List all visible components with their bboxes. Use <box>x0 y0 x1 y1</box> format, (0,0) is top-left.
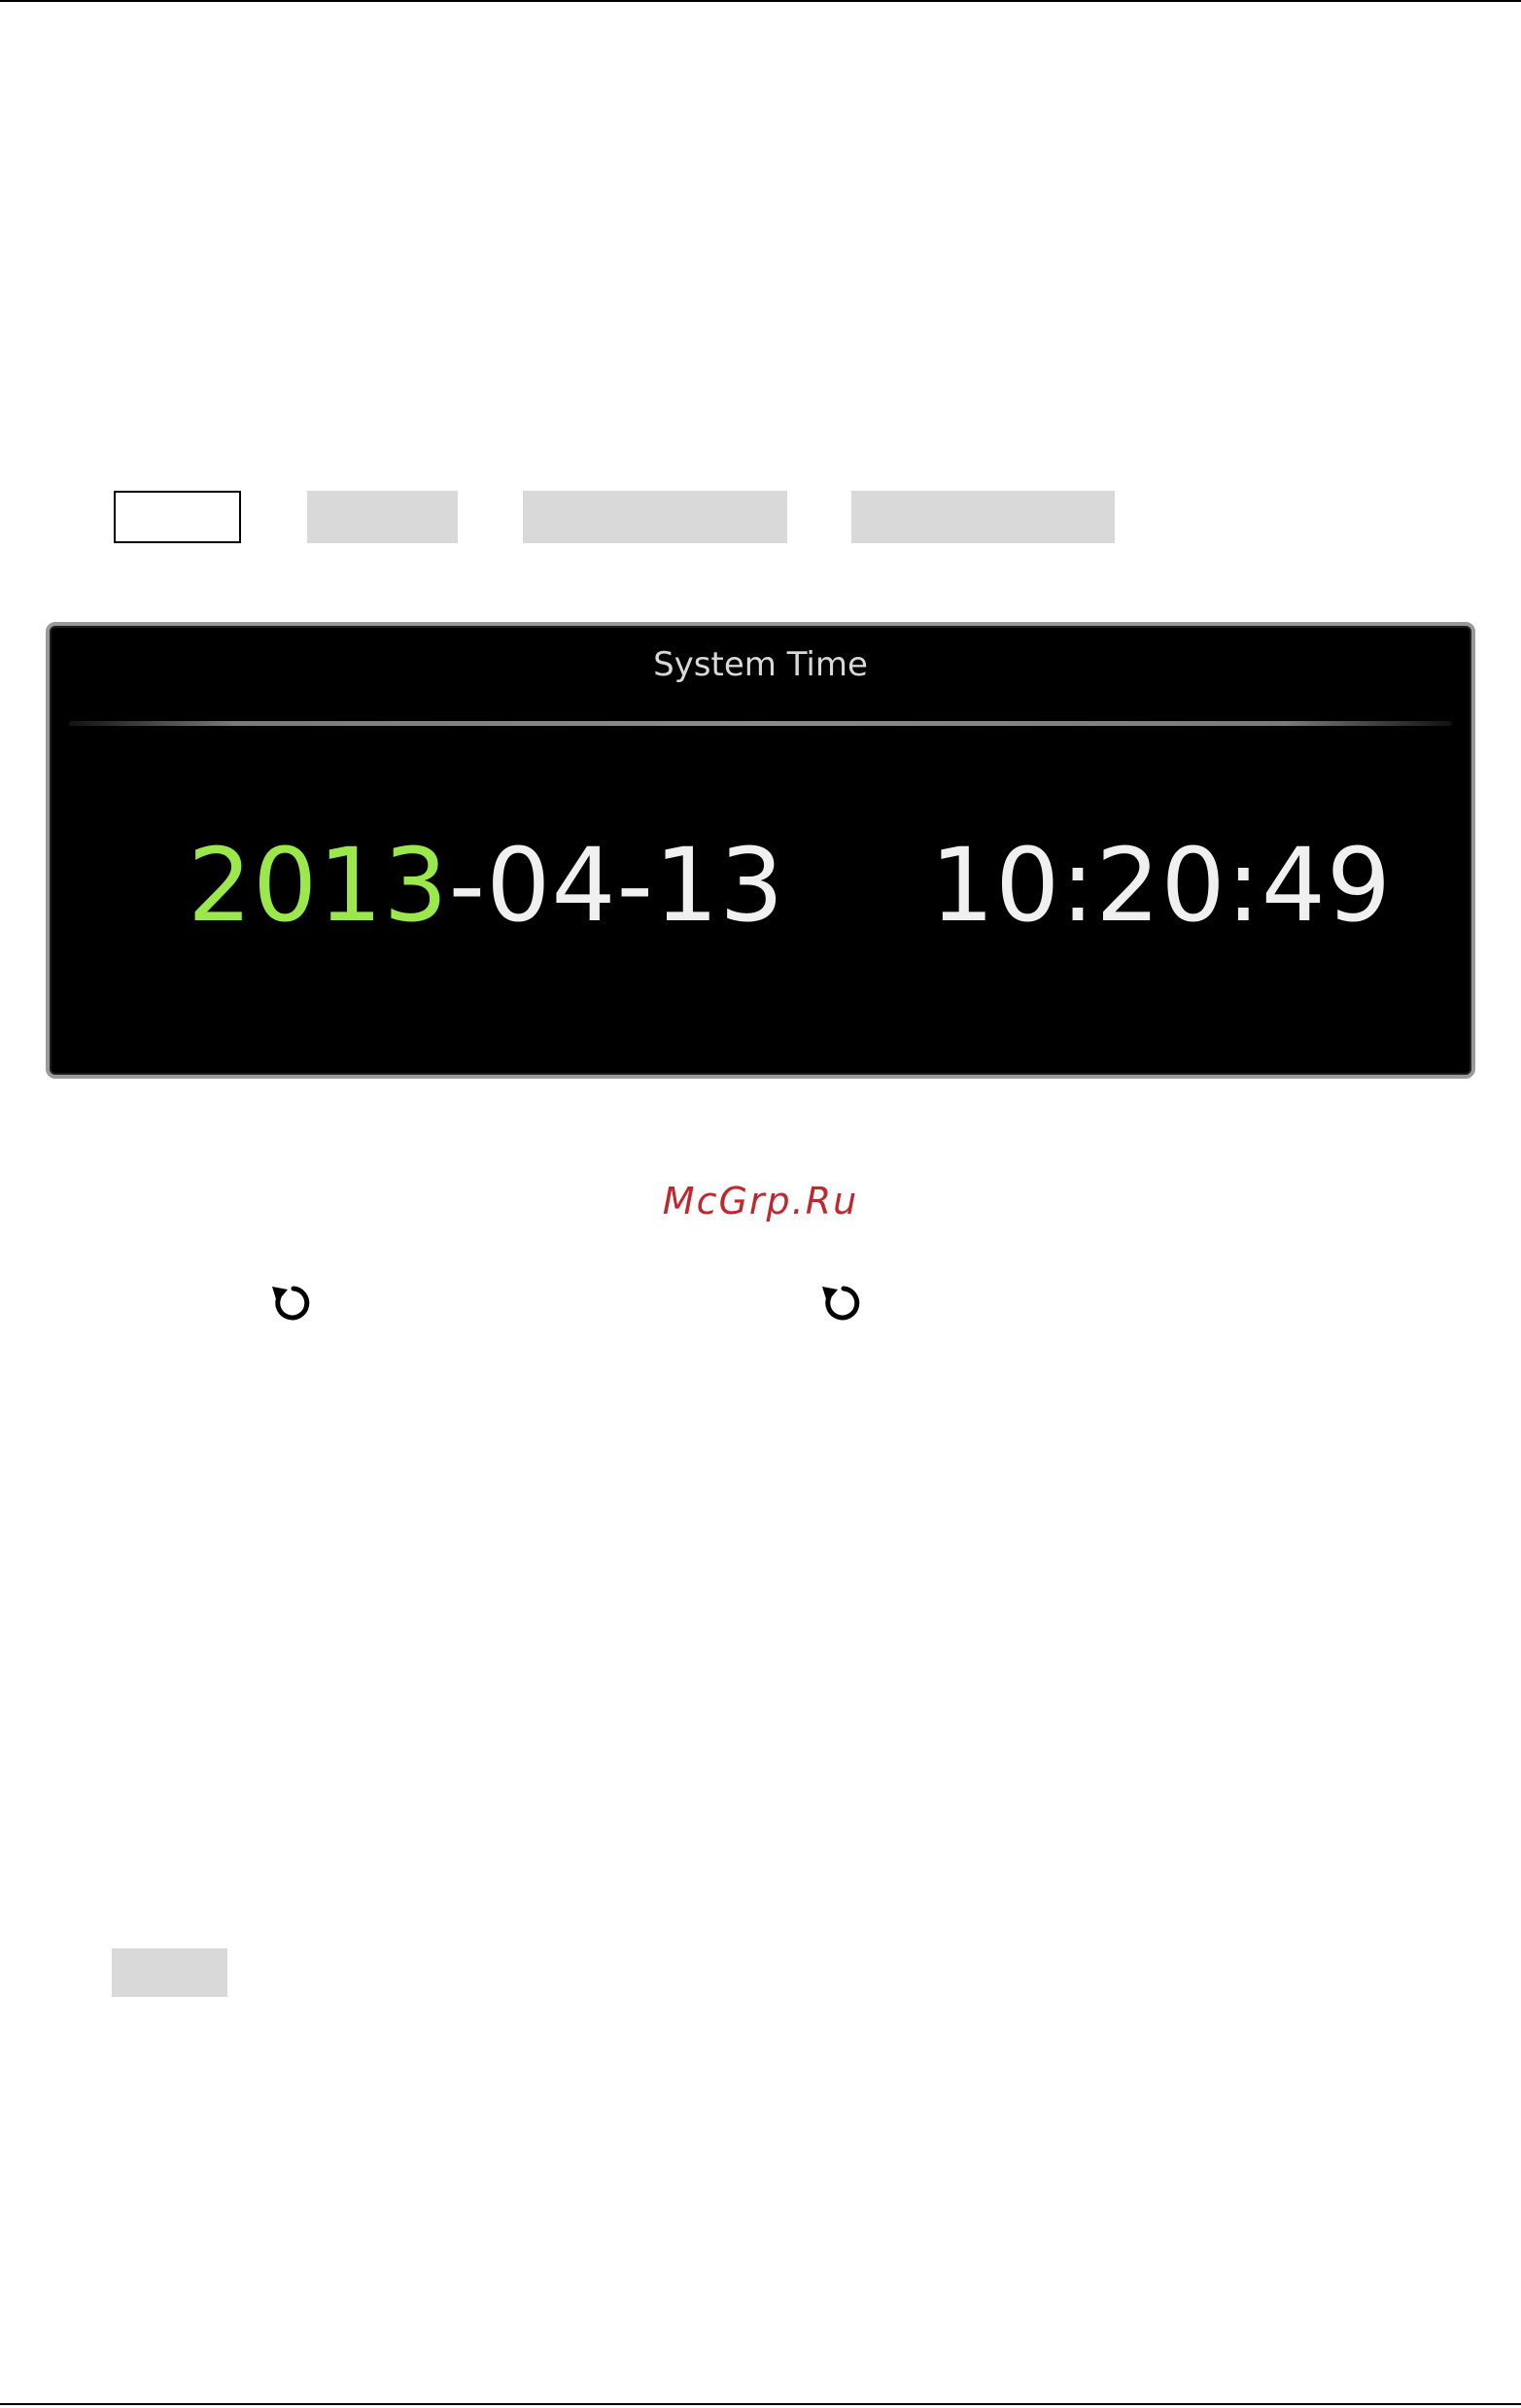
system-time-panel: System Time 2013-04-13 10:20:49 <box>46 622 1475 1079</box>
top-rule <box>0 0 1521 2</box>
time-display[interactable]: 10:20:49 <box>930 835 1392 936</box>
date-display[interactable]: 2013-04-13 <box>188 835 784 936</box>
panel-title: System Time <box>653 645 868 684</box>
rotate-knob-icon <box>822 1286 860 1321</box>
panel-divider <box>69 721 1452 726</box>
softkey-gray-bottom[interactable] <box>112 1948 227 1997</box>
softkey-gray-1[interactable] <box>307 491 458 543</box>
softkey-gray-2[interactable] <box>523 491 787 543</box>
date-year[interactable]: 2013 <box>188 826 449 945</box>
watermark: McGrp.Ru <box>662 1180 859 1222</box>
rotate-knob-icon <box>272 1286 310 1321</box>
softkey-outlined[interactable] <box>114 491 241 543</box>
softkey-gray-3[interactable] <box>851 491 1115 543</box>
bottom-rule <box>0 2403 1521 2405</box>
date-month-day[interactable]: -04-13 <box>449 826 785 945</box>
